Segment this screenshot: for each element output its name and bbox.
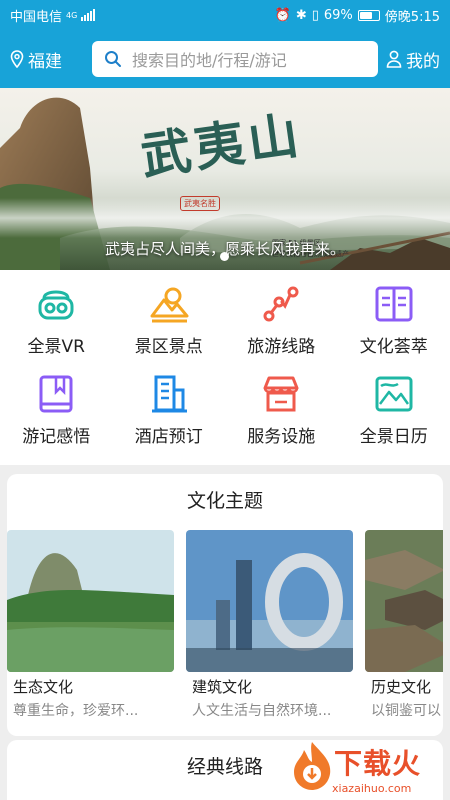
ecology-image <box>7 530 174 672</box>
category-routes[interactable]: 旅游线路 <box>225 282 338 372</box>
culture-item-desc: 尊重生命，珍爱环... <box>13 703 139 719</box>
culture-item-title: 历史文化 <box>371 678 432 696</box>
battery-icon <box>357 9 380 21</box>
location-selector[interactable]: 福建 <box>10 47 84 72</box>
flame-logo-icon <box>294 742 331 790</box>
category-label: 全景日历 <box>359 427 428 447</box>
category-label: 文化荟萃 <box>359 337 428 357</box>
user-icon <box>386 50 402 68</box>
profile-label: 我的 <box>406 51 440 72</box>
battery-percent: 69% <box>323 7 353 23</box>
search-icon <box>105 51 121 67</box>
alarm-icon: ⏰ <box>274 7 291 23</box>
category-calendar[interactable]: 全景日历 <box>338 372 450 462</box>
culture-section: 文化主题 生态文化 尊重生命，珍爱环... 建筑文化 人文生活与自然环境... … <box>7 474 443 736</box>
vr-headset-icon <box>38 290 74 320</box>
section-title: 文化主题 <box>186 490 263 512</box>
history-image <box>365 530 443 672</box>
route-icon <box>263 286 299 322</box>
shop-icon <box>263 376 299 412</box>
category-culture[interactable]: 文化荟萃 <box>338 282 450 372</box>
mountain-sun-icon <box>150 287 189 323</box>
culture-item-desc: 以铜鉴可以 <box>371 703 441 719</box>
landscape-calendar-icon <box>375 376 413 412</box>
category-vr[interactable]: 全景VR <box>0 282 113 372</box>
location-label: 福建 <box>28 51 62 72</box>
culture-item-desc: 人文生活与自然环境... <box>192 703 332 719</box>
bluetooth-icon: ✱ <box>295 7 307 23</box>
watermark-url: xiazaihuo.com <box>332 782 412 795</box>
open-book-icon <box>375 286 413 322</box>
network-type: 4G <box>66 10 78 20</box>
category-label: 全景VR <box>27 337 85 357</box>
culture-carousel[interactable]: 生态文化 尊重生命，珍爱环... 建筑文化 人文生活与自然环境... 历史文化 … <box>7 530 443 720</box>
category-label: 景区景点 <box>134 337 203 357</box>
carousel-indicator[interactable] <box>220 252 229 261</box>
category-label: 旅游线路 <box>247 337 316 357</box>
category-grid: 全景VR 景区景点 旅游线路 文化荟萃 游记感悟 酒店预订 服务设施 全景日历 <box>0 270 450 465</box>
culture-item-history[interactable]: 历史文化 以铜鉴可以 <box>365 530 443 720</box>
top-header: 福建 搜索目的地/行程/游记 我的 <box>0 30 450 88</box>
category-hotel[interactable]: 酒店预订 <box>113 372 226 462</box>
architecture-image <box>186 530 353 672</box>
carrier-name: 中国电信 <box>10 9 63 25</box>
vibrate-icon: ▯ <box>311 7 319 23</box>
category-label: 服务设施 <box>247 427 316 447</box>
location-pin-icon <box>10 50 24 68</box>
banner-seal: 武夷名胜 <box>180 196 220 211</box>
signal-icon <box>81 9 96 21</box>
category-travel-notes[interactable]: 游记感悟 <box>0 372 113 462</box>
search-input[interactable]: 搜索目的地/行程/游记 <box>92 41 378 77</box>
category-services[interactable]: 服务设施 <box>225 372 338 462</box>
mist-overlay <box>0 198 450 238</box>
bookmark-book-icon <box>39 375 73 413</box>
search-placeholder: 搜索目的地/行程/游记 <box>132 51 287 70</box>
culture-item-architecture[interactable]: 建筑文化 人文生活与自然环境... <box>186 530 353 720</box>
culture-item-title: 生态文化 <box>13 678 74 696</box>
culture-item-title: 建筑文化 <box>192 678 253 696</box>
status-bar: 中国电信 4G ⏰ ✱ ▯ 69% 傍晚5:15 <box>0 0 450 30</box>
category-scenic[interactable]: 景区景点 <box>113 282 226 372</box>
watermark-logo: 下载火 xiazaihuo.com <box>290 740 450 800</box>
watermark-brand: 下载火 <box>334 747 422 780</box>
profile-button[interactable]: 我的 <box>386 47 440 72</box>
building-icon <box>151 375 187 413</box>
category-label: 游记感悟 <box>22 427 91 447</box>
clock: 傍晚5:15 <box>384 9 440 25</box>
culture-item-ecology[interactable]: 生态文化 尊重生命，珍爱环... <box>7 530 174 720</box>
category-label: 酒店预订 <box>134 427 203 447</box>
